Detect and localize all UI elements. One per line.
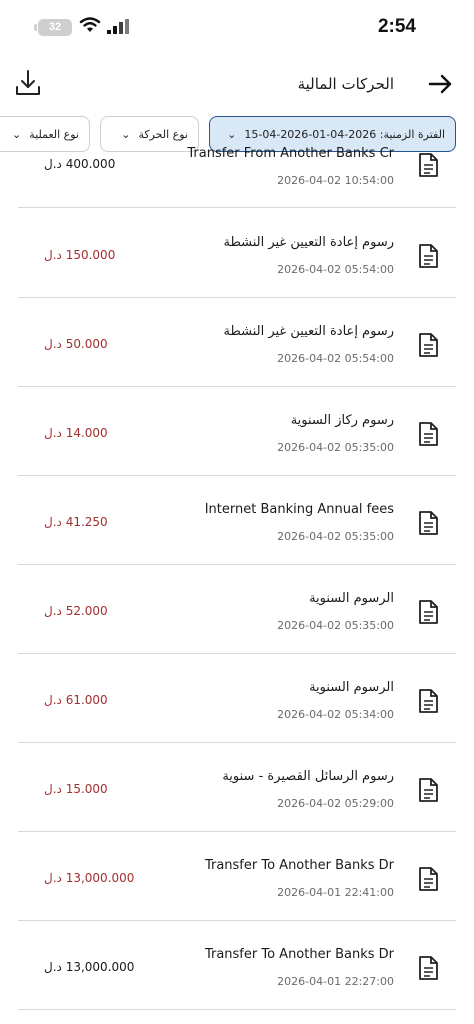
- transaction-row[interactable]: الرسوم السنوية 2026-04-02 05:35:00 52.00…: [18, 565, 456, 654]
- transaction-row[interactable]: Transfer To Another Banks Dr 2026-04-01 …: [18, 921, 456, 1010]
- status-bar: 32 2:54: [0, 0, 474, 58]
- document-icon: [419, 422, 438, 446]
- transaction-amount: 400.000 د.ل: [44, 157, 116, 171]
- transaction-row[interactable]: رسوم ركاز السنوية 2026-04-02 05:35:00 14…: [18, 387, 456, 476]
- signal-icon: [107, 19, 129, 34]
- transaction-time: 2026-04-02 05:35:00: [277, 530, 394, 543]
- document-icon: [419, 333, 438, 357]
- transaction-time: 2026-04-01 22:41:00: [277, 886, 394, 899]
- transaction-amount: 41.250 د.ل: [44, 515, 108, 529]
- operation-type-label: نوع العملية: [29, 127, 79, 141]
- transaction-time: 2026-04-02 10:54:00: [277, 174, 394, 187]
- transaction-amount: 13,000.000 د.ل: [44, 871, 135, 885]
- movement-type-filter[interactable]: نوع الحركة ⌄: [100, 116, 199, 152]
- download-icon[interactable]: [14, 68, 42, 98]
- transaction-time: 2026-04-02 05:34:00: [277, 708, 394, 721]
- transaction-amount: 52.000 د.ل: [44, 604, 108, 618]
- transaction-amount: 15.000 د.ل: [44, 782, 108, 796]
- transaction-amount: 13,000.000 د.ل: [44, 960, 135, 974]
- status-time: 2:54: [377, 16, 416, 37]
- document-icon: [419, 956, 438, 980]
- back-arrow-icon[interactable]: [426, 70, 454, 98]
- transaction-title: Internet Banking Annual fees: [204, 502, 394, 517]
- transaction-title: Transfer To Another Banks Dr: [204, 858, 394, 873]
- transaction-title: الرسوم السنوية: [309, 680, 394, 695]
- transaction-time: 2026-04-02 05:54:00: [277, 352, 394, 365]
- transaction-time: 2026-04-01 22:27:00: [277, 975, 394, 988]
- battery-icon: 32: [34, 19, 72, 36]
- transaction-title: Transfer To Another Banks Dr: [204, 947, 394, 962]
- transaction-title: Transfer From Another Banks Cr: [187, 146, 394, 161]
- transaction-time: 2026-04-02 05:29:00: [277, 797, 394, 810]
- transaction-amount: 14.000 د.ل: [44, 426, 108, 440]
- transaction-title: رسوم إعادة التعيين غير النشطة: [223, 235, 394, 250]
- transaction-row[interactable]: رسوم الرسائل القصيرة - سنوية 2026-04-02 …: [18, 743, 456, 832]
- transaction-row[interactable]: رسوم إعادة التعيين غير النشطة 2026-04-02…: [18, 209, 456, 298]
- document-icon: [419, 689, 438, 713]
- document-icon: [419, 600, 438, 624]
- movement-type-label: نوع الحركة: [138, 127, 188, 141]
- period-filter-label: الفترة الزمنية: 2026-04-01-2026-04-15: [244, 127, 445, 141]
- page-title: الحركات المالية: [297, 75, 394, 93]
- transaction-amount: 50.000 د.ل: [44, 337, 108, 351]
- transaction-amount: 150.000 د.ل: [44, 248, 116, 262]
- transaction-row[interactable]: Transfer From Another Banks Cr 2026-04-0…: [18, 146, 456, 208]
- document-icon: [419, 511, 438, 535]
- transaction-title: رسوم إعادة التعيين غير النشطة: [223, 324, 394, 339]
- document-icon: [419, 778, 438, 802]
- operation-type-filter[interactable]: نوع العملية ⌄: [0, 116, 90, 152]
- transaction-title: رسوم الرسائل القصيرة - سنوية: [222, 769, 394, 784]
- transaction-title: الرسوم السنوية: [309, 591, 394, 606]
- document-icon: [419, 867, 438, 891]
- battery-level: 32: [48, 21, 62, 33]
- chevron-down-icon: ⌄: [12, 127, 22, 141]
- transaction-time: 2026-04-02 05:54:00: [277, 263, 394, 276]
- transaction-time: 2026-04-02 05:35:00: [277, 619, 394, 632]
- chevron-down-icon: ⌄: [227, 127, 237, 141]
- transaction-row[interactable]: رسوم إعادة التعيين غير النشطة 2026-04-02…: [18, 298, 456, 387]
- transaction-row[interactable]: Internet Banking Annual fees 2026-04-02 …: [18, 476, 456, 565]
- transaction-title: رسوم ركاز السنوية: [290, 413, 394, 428]
- document-icon: [419, 153, 438, 177]
- transaction-row[interactable]: Transfer To Another Banks Dr 2026-04-01 …: [18, 832, 456, 921]
- chevron-down-icon: ⌄: [121, 127, 131, 141]
- transaction-amount: 61.000 د.ل: [44, 693, 108, 707]
- wifi-icon: [79, 17, 101, 32]
- transaction-time: 2026-04-02 05:35:00: [277, 441, 394, 454]
- transaction-row[interactable]: الرسوم السنوية 2026-04-02 05:34:00 61.00…: [18, 654, 456, 743]
- document-icon: [419, 244, 438, 268]
- app-header: الحركات المالية: [0, 62, 474, 108]
